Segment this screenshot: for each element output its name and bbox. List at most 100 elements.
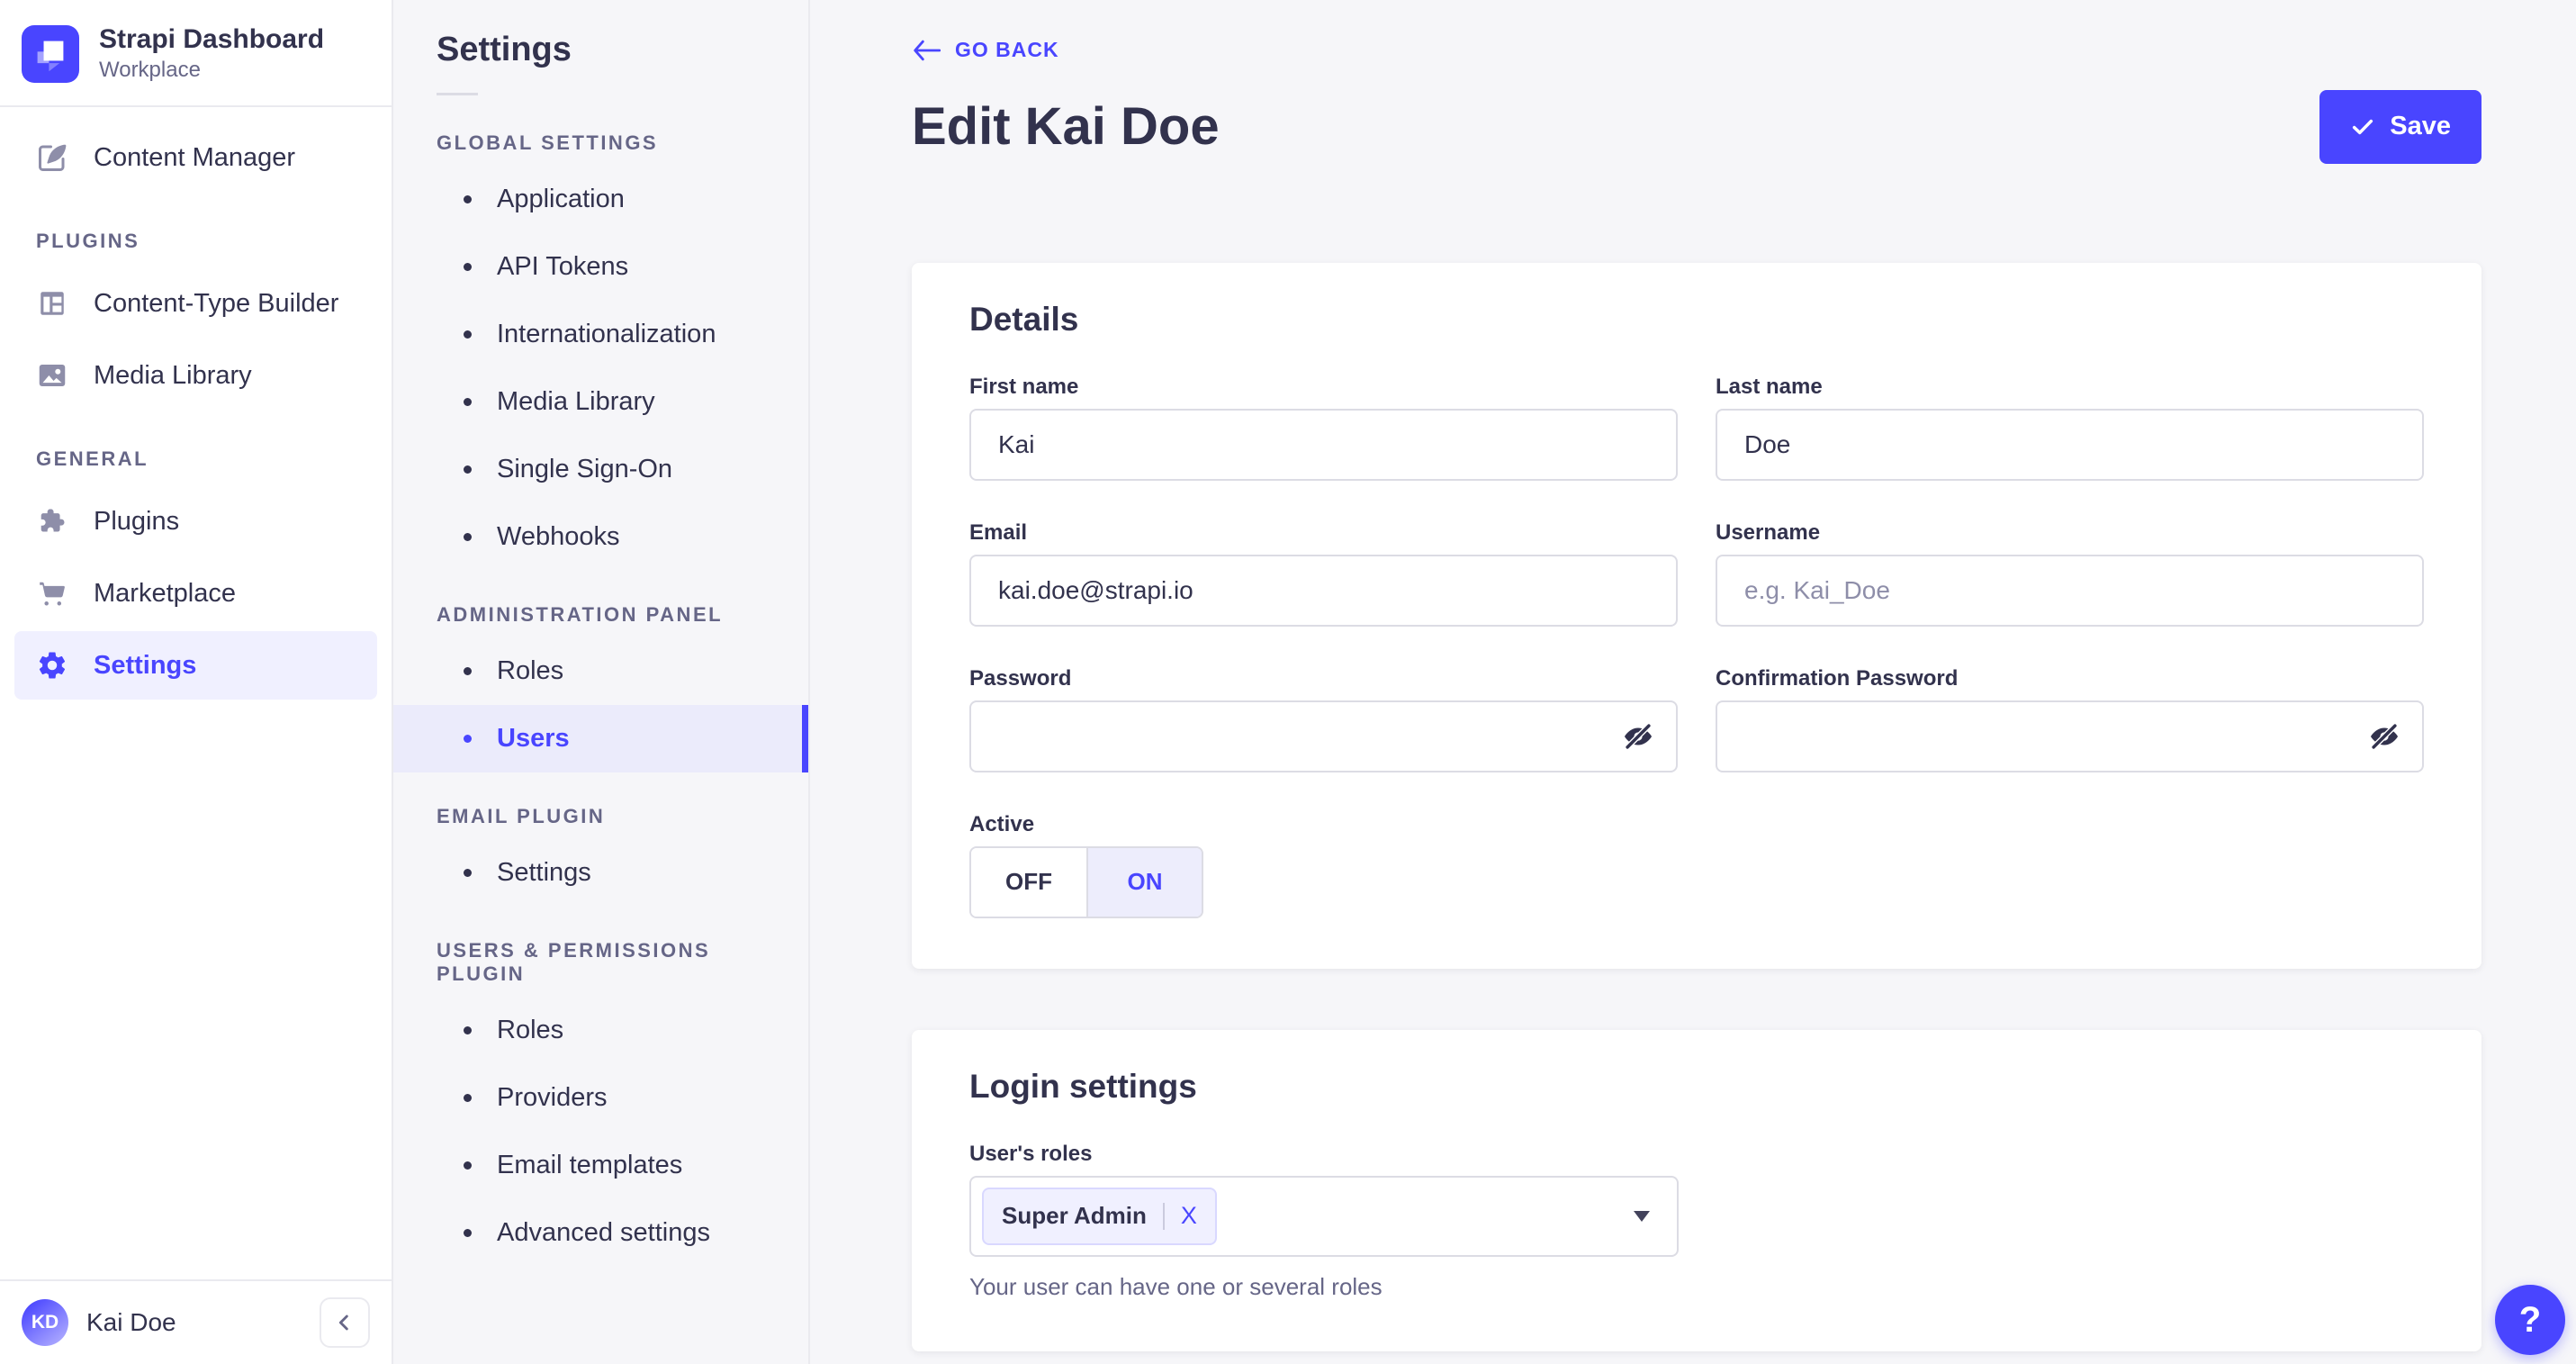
chevron-down-icon [1634,1210,1650,1222]
sidebar-item-label: Settings [94,650,197,680]
subnav-item-media-library[interactable]: Media Library [393,368,808,436]
sidebar-item-marketplace[interactable]: Marketplace [14,559,377,628]
sidebar-item-content-type-builder[interactable]: Content-Type Builder [14,269,377,338]
save-label: Save [2390,112,2451,140]
first-name-input[interactable] [969,408,1678,481]
sidebar-item-media-library[interactable]: Media Library [14,341,377,410]
page-title: Edit Kai Doe [912,97,1220,156]
remove-role-button[interactable]: X [1181,1202,1197,1230]
toggle-confirmation-password-visibility-button[interactable] [2364,717,2404,756]
go-back-link[interactable]: GO BACK [912,38,1059,62]
sidebar-item-plugins[interactable]: Plugins [14,487,377,556]
user-roles-select[interactable]: Super Admin X [969,1175,1679,1257]
subnav-item-label: Internationalization [497,320,716,348]
feather-icon [36,141,68,174]
bullet-icon [464,533,472,541]
sidebar-item-content-manager[interactable]: Content Manager [14,123,377,192]
subnav-item-label: Settings [497,858,591,887]
subnav-section-users-permissions-plugin: USERS & PERMISSIONS PLUGIN [437,939,711,985]
puzzle-icon [36,505,68,537]
strapi-logo-icon [22,24,79,83]
bullet-icon [464,869,472,877]
bullet-icon [464,667,472,675]
eye-off-icon [1621,719,1655,754]
subnav-item-single-sign-on[interactable]: Single Sign-On [393,436,808,503]
active-toggle-on[interactable]: ON [1086,847,1202,917]
login-settings-card: Login settings User's roles Super Admin … [912,1029,2481,1351]
brand-text: Strapi Dashboard Workplace [99,24,324,83]
subnav-item-api-tokens[interactable]: API Tokens [393,233,808,301]
arrow-left-icon [912,39,941,62]
active-toggle[interactable]: OFF ON [969,845,1203,918]
username-input[interactable] [1716,554,2424,627]
active-label: Active [969,811,1035,836]
role-tag: Super Admin X [982,1187,1217,1245]
subnav-item-label: Advanced settings [497,1218,710,1247]
bullet-icon [464,735,472,743]
brand-subtitle: Workplace [99,58,201,82]
avatar[interactable]: KD [22,1299,68,1346]
subnav-item-providers[interactable]: Providers [393,1064,808,1132]
user-name: Kai Doe [86,1308,176,1336]
toggle-password-visibility-button[interactable] [1618,717,1658,756]
role-tag-label: Super Admin [1002,1202,1147,1229]
subnav-item-label: Roles [497,656,564,685]
subnav-item-label: Roles [497,1016,564,1044]
subnav-item-email-templates[interactable]: Email templates [393,1132,808,1199]
last-name-field: Last name [1716,375,2424,481]
confirmation-password-field: Confirmation Password [1716,666,2424,772]
image-icon [36,359,68,392]
collapse-sidebar-button[interactable] [320,1297,370,1348]
sidebar-item-label: Marketplace [94,578,236,608]
brand-title: Strapi Dashboard [99,24,325,54]
sidebar-item-label: Content-Type Builder [94,288,339,318]
main-sidebar: Strapi Dashboard Workplace Content Manag… [0,0,393,1364]
details-card: Details First name Last name Email [912,262,2481,969]
username-label: Username [1716,519,1821,545]
sidebar-footer: KD Kai Doe [0,1279,392,1364]
settings-subnav: Settings GLOBAL SETTINGS Application API… [393,0,810,1364]
check-icon [2350,114,2375,140]
sidebar-item-settings[interactable]: Settings [14,631,377,700]
divider [437,93,478,95]
user-roles-field: User's roles Super Admin X Your user can… [969,1142,2424,1301]
username-field: Username [1716,520,2424,627]
subnav-item-label: API Tokens [497,252,629,281]
user-roles-hint: Your user can have one or several roles [969,1272,1383,1300]
brand[interactable]: Strapi Dashboard Workplace [0,0,392,105]
subnav-item-admin-users[interactable]: Users [393,705,808,772]
sidebar-section-plugins: PLUGINS [36,230,140,252]
strapi-admin-app: Strapi Dashboard Workplace Content Manag… [0,0,2576,1364]
subnav-item-label: Email templates [497,1151,683,1179]
main-content: GO BACK Edit Kai Doe Save Details First … [810,0,2576,1364]
active-toggle-off[interactable]: OFF [971,847,1086,917]
subnav-item-label: Application [497,185,625,213]
password-label: Password [969,665,1072,691]
main-nav-items: Content Manager PLUGINS Content-Type Bui… [0,107,392,1279]
subnav-item-advanced-settings[interactable]: Advanced settings [393,1199,808,1267]
last-name-input[interactable] [1716,408,2424,481]
bullet-icon [464,398,472,406]
help-button[interactable]: ? [2495,1285,2565,1355]
password-input[interactable] [969,700,1678,772]
subnav-item-internationalization[interactable]: Internationalization [393,301,808,368]
bullet-icon [464,263,472,271]
sidebar-item-label: Plugins [94,506,180,536]
confirmation-password-input[interactable] [1716,700,2424,772]
save-button[interactable]: Save [2319,89,2481,164]
subnav-item-up-roles[interactable]: Roles [393,997,808,1064]
divider [1162,1202,1165,1230]
subnav-item-admin-roles[interactable]: Roles [393,637,808,705]
email-input[interactable] [969,554,1678,627]
confirmation-password-label: Confirmation Password [1716,665,1959,691]
go-back-label: GO BACK [955,38,1059,61]
bullet-icon [464,1094,472,1102]
subnav-item-label: Single Sign-On [497,455,673,483]
subnav-item-email-settings[interactable]: Settings [393,839,808,907]
last-name-label: Last name [1716,374,1823,399]
subnav-item-label: Providers [497,1083,608,1112]
subnav-item-application[interactable]: Application [393,166,808,233]
subnav-item-webhooks[interactable]: Webhooks [393,503,808,571]
password-field: Password [969,666,1678,772]
